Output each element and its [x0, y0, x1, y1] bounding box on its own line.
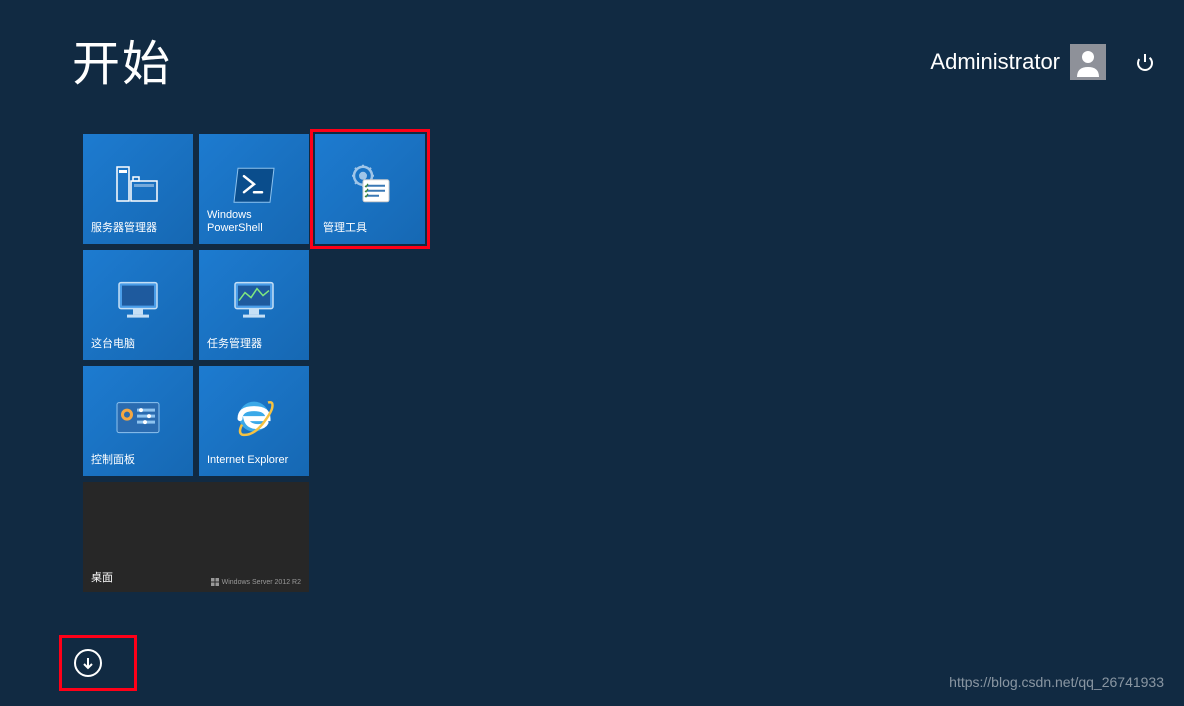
- tile-label: 这台电脑: [83, 338, 193, 360]
- tile-label: 服务器管理器: [83, 222, 193, 244]
- tile-control-panel[interactable]: 控制面板: [83, 366, 193, 476]
- tile-label: 任务管理器: [199, 338, 309, 360]
- tile-label: 控制面板: [83, 454, 193, 476]
- ie-icon: [232, 395, 276, 439]
- all-apps-button[interactable]: [62, 638, 134, 688]
- tile-desktop[interactable]: 桌面 Windows Server 2012 R2: [83, 482, 309, 592]
- server-manager-icon: [115, 165, 161, 205]
- tile-admin-tools[interactable]: 管理工具: [315, 134, 425, 244]
- start-title: 开始: [72, 24, 172, 94]
- powershell-icon: [232, 166, 276, 204]
- tile-label: Windows PowerShell: [199, 209, 309, 245]
- avatar[interactable]: [1070, 44, 1106, 80]
- windows-logo-icon: [211, 578, 219, 586]
- power-button[interactable]: [1134, 51, 1156, 73]
- power-icon: [1134, 51, 1156, 73]
- tile-this-pc[interactable]: 这台电脑: [83, 250, 193, 360]
- user-name: Administrator: [930, 49, 1060, 75]
- this-pc-icon: [113, 279, 163, 323]
- tile-task-manager[interactable]: 任务管理器: [199, 250, 309, 360]
- user-area[interactable]: Administrator: [930, 38, 1156, 80]
- tiles-grid: 服务器管理器 Windows PowerShell 管理工具: [0, 94, 425, 592]
- tile-server-manager[interactable]: 服务器管理器: [83, 134, 193, 244]
- header: 开始 Administrator: [0, 0, 1184, 94]
- tile-internet-explorer[interactable]: Internet Explorer: [199, 366, 309, 476]
- task-manager-icon: [229, 279, 279, 323]
- os-label: Windows Server 2012 R2: [211, 578, 301, 586]
- control-panel-icon: [115, 401, 161, 435]
- user-icon: [1073, 47, 1103, 77]
- tile-label: 管理工具: [315, 222, 425, 244]
- down-arrow-icon: [74, 649, 102, 677]
- tile-label: Internet Explorer: [199, 454, 309, 476]
- watermark: https://blog.csdn.net/qq_26741933: [949, 674, 1164, 690]
- tile-powershell[interactable]: Windows PowerShell: [199, 134, 309, 244]
- admin-tools-icon: [349, 164, 391, 206]
